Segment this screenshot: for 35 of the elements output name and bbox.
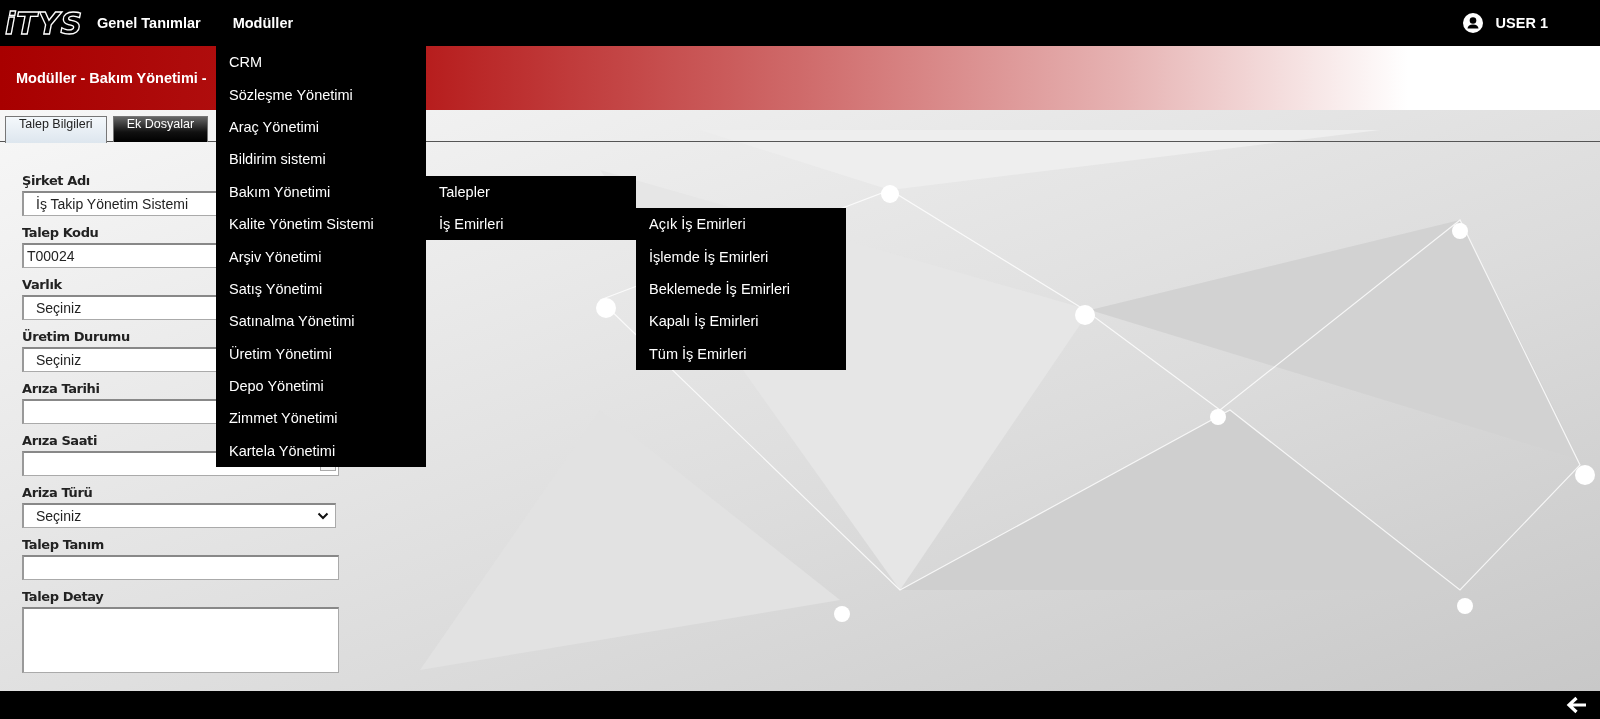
back-arrow-icon[interactable] <box>1566 696 1588 714</box>
menu-item[interactable]: Açık İş Emirleri <box>636 207 846 241</box>
menu-item[interactable]: Beklemede İş Emirleri <box>636 272 846 306</box>
menu-item[interactable]: İş Emirleri <box>426 207 636 241</box>
menu-item[interactable]: İşlemde İş Emirleri <box>636 240 846 273</box>
menu-item[interactable]: Sözleşme Yönetimi <box>216 78 426 111</box>
field-label: Talep Detay <box>22 589 104 604</box>
page-title: Modüller - Bakım Yönetimi - <box>16 70 207 86</box>
user-name[interactable]: USER 1 <box>1495 15 1548 31</box>
field-label: Üretim Durumu <box>22 329 130 344</box>
chevron-icon <box>317 512 329 520</box>
textarea-field[interactable] <box>22 607 339 673</box>
menu-item[interactable]: Kapalı İş Emirleri <box>636 305 846 338</box>
user-icon[interactable] <box>1462 13 1483 33</box>
menu-item[interactable]: Araç Yönetimi <box>216 110 426 144</box>
menu-item[interactable]: Bildirim sistemi <box>216 143 426 176</box>
nav-link[interactable]: Genel Tanımlar <box>97 15 201 31</box>
field-label: Ariza Türü <box>22 485 93 500</box>
input-field[interactable] <box>22 555 339 580</box>
nav-link[interactable]: Modüller <box>232 15 294 31</box>
menu-item[interactable]: Zimmet Yönetimi <box>216 402 426 435</box>
menu-item[interactable]: CRM <box>216 46 426 79</box>
field-label: Varlık <box>22 277 62 292</box>
menu-item[interactable]: Depo Yönetimi <box>216 369 426 403</box>
field-label: Arıza Saati <box>22 433 97 448</box>
field-label: Arıza Tarihi <box>22 381 100 396</box>
menu-item[interactable]: Tüm İş Emirleri <box>636 337 846 370</box>
field-label: Talep Kodu <box>22 225 99 240</box>
field-label: Talep Tanım <box>22 537 104 552</box>
tab[interactable]: Talep Bilgileri <box>5 116 107 143</box>
select-field[interactable]: Seçiniz <box>22 503 336 528</box>
menu-item[interactable]: Talepler <box>426 175 636 208</box>
field-label: Şirket Adı <box>22 173 90 188</box>
menu-item[interactable]: Kartela Yönetimi <box>216 434 426 468</box>
tab[interactable]: Ek Dosyalar <box>112 116 209 142</box>
